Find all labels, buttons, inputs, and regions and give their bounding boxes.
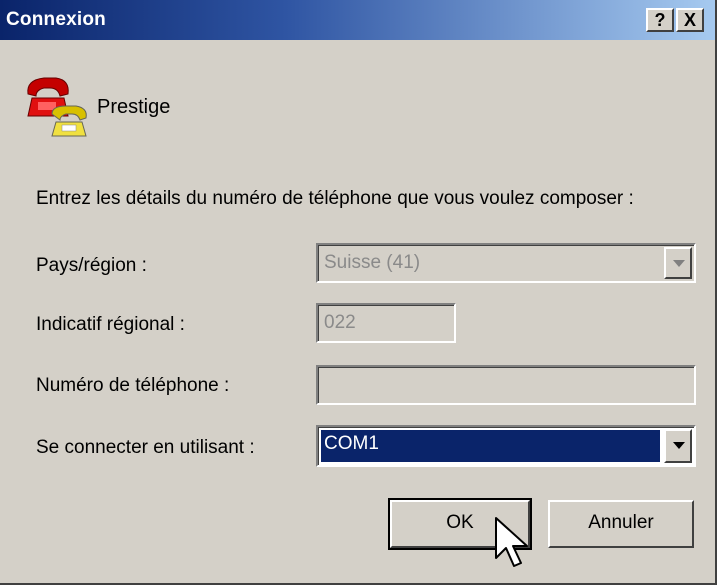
chevron-down-icon [673, 442, 685, 449]
help-button[interactable]: ? [646, 8, 674, 32]
mouse-pointer-icon [495, 517, 528, 567]
country-select[interactable]: Suisse (41) [316, 243, 696, 283]
connect-using-select[interactable]: COM1 [316, 425, 696, 467]
instruction-text: Entrez les détails du numéro de téléphon… [36, 188, 634, 209]
country-dropdown-button[interactable] [664, 247, 692, 279]
area-code-label: Indicatif régional : [36, 314, 185, 335]
connection-dialog: Connexion ? X Prestige Entrez les détail… [0, 0, 717, 585]
connect-using-label: Se connecter en utilisant : [36, 437, 255, 458]
phone-number-label: Numéro de téléphone : [36, 375, 230, 396]
telephone-icon [27, 77, 87, 137]
chevron-down-icon [673, 260, 685, 267]
area-code-value: 022 [324, 312, 356, 333]
phone-number-field[interactable] [316, 365, 696, 405]
connection-name: Prestige [97, 96, 171, 118]
connect-using-value: COM1 [324, 433, 379, 454]
country-label: Pays/région : [36, 255, 147, 276]
cancel-button[interactable]: Annuler [548, 500, 694, 548]
connect-using-dropdown-button[interactable] [664, 429, 692, 463]
close-button[interactable]: X [676, 8, 704, 32]
country-value: Suisse (41) [324, 252, 421, 273]
area-code-field[interactable]: 022 [316, 303, 456, 343]
title-bar[interactable]: Connexion ? X [0, 0, 715, 40]
window-title: Connexion [6, 9, 106, 30]
